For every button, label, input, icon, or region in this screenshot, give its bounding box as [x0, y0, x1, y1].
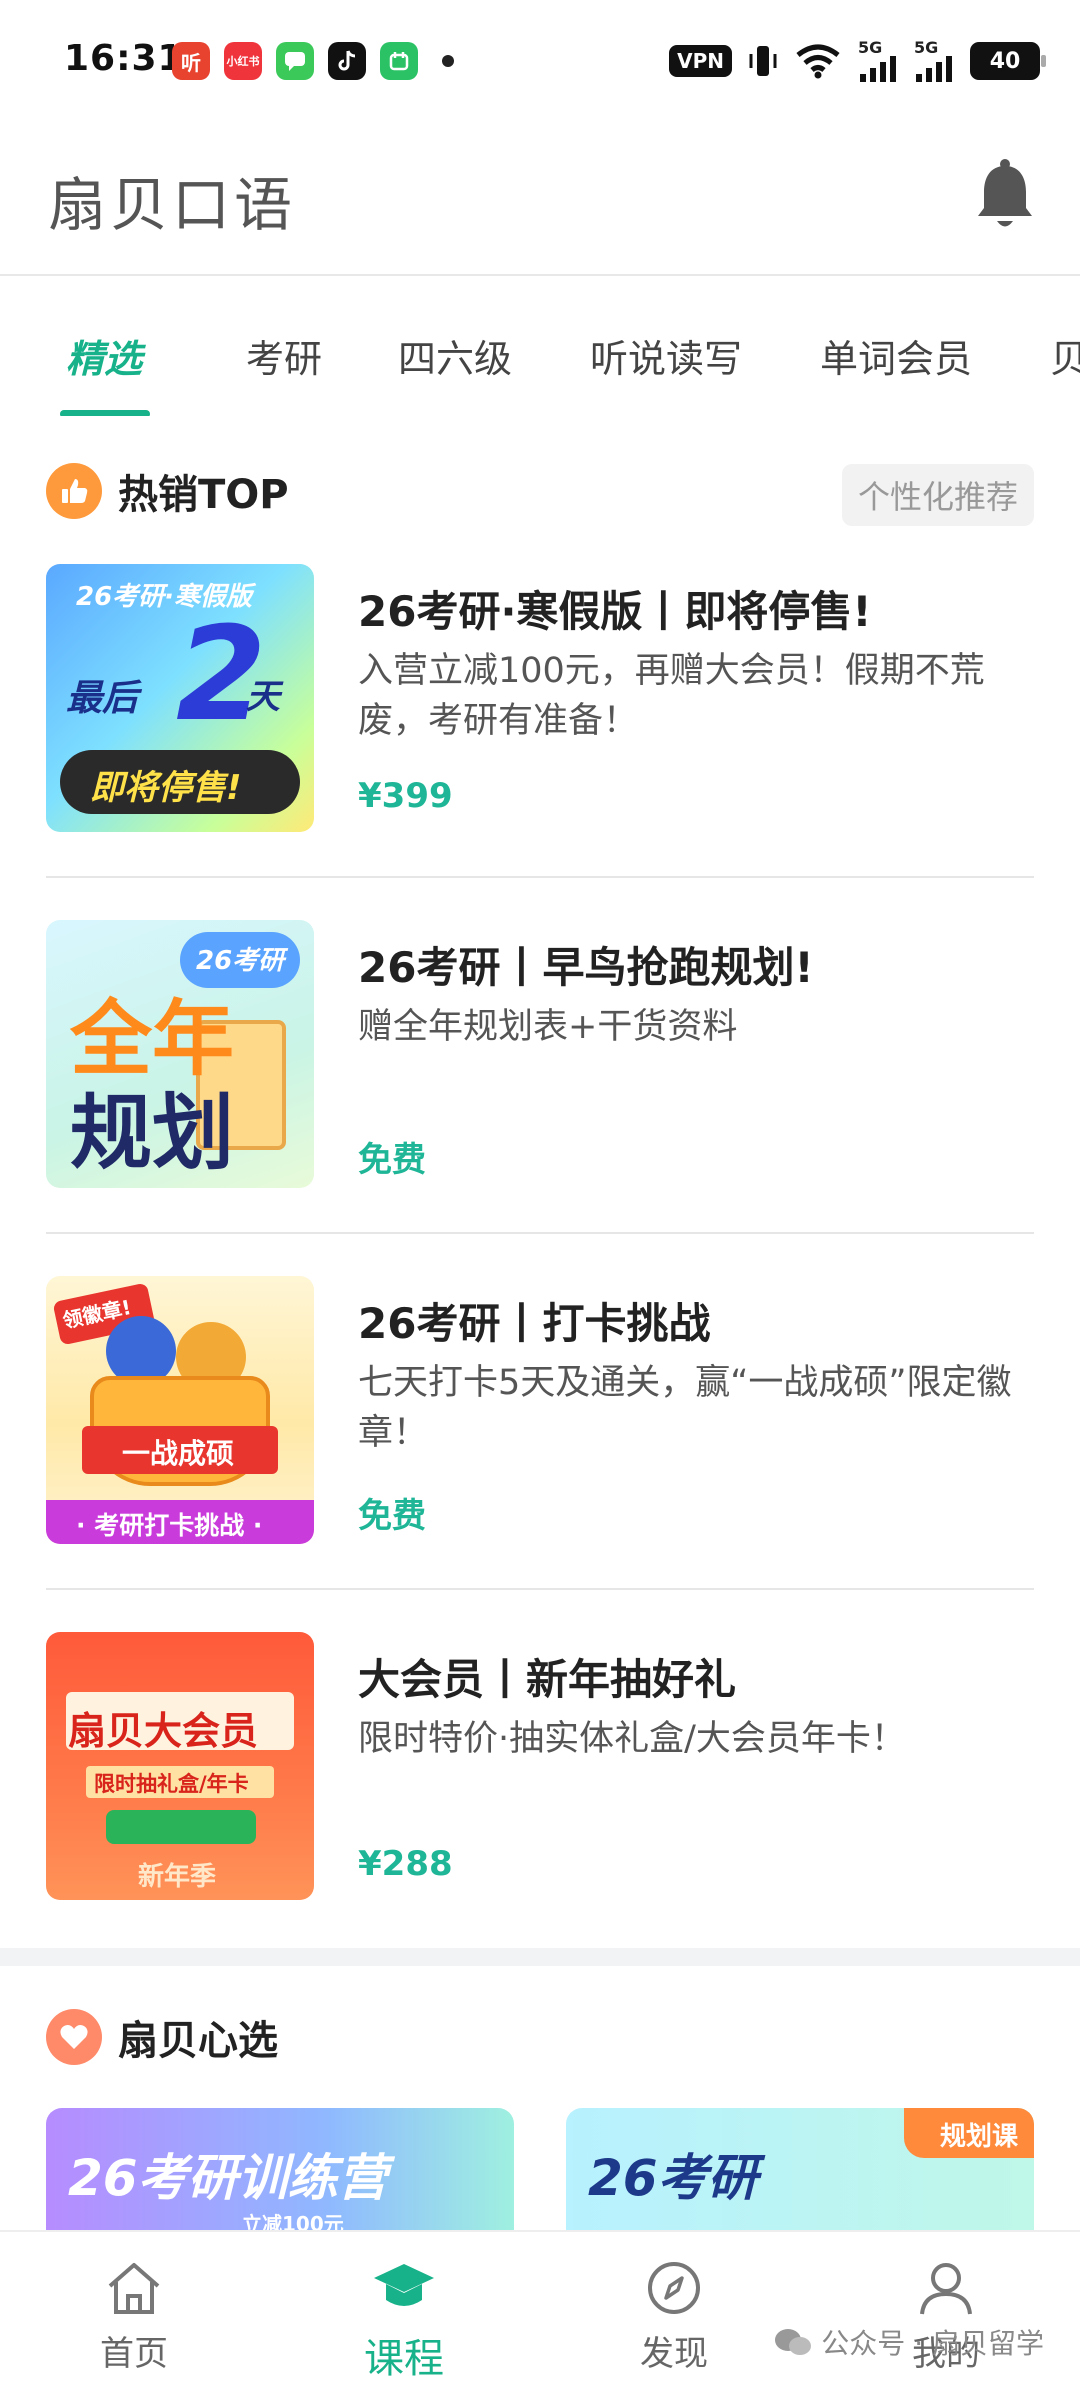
- course-price: 免费: [358, 1140, 426, 1180]
- notification-dot: [442, 55, 454, 67]
- tab-more[interactable]: 贝: [1050, 328, 1080, 383]
- status-bar: 16:31 听 小红书 VPN 5G 5G 40: [0, 0, 1080, 120]
- banner-kaoyan-plan[interactable]: 26考研 规划课: [566, 2108, 1034, 2238]
- signal-5g-2: 5G: [914, 40, 954, 82]
- app-title: 扇贝口语: [48, 171, 297, 239]
- course-desc: 入营立减100元，再赠大会员！假期不荒废，考研有准备！: [358, 651, 985, 741]
- wechat-icon: [775, 2329, 812, 2355]
- status-time: 16:31: [64, 38, 184, 79]
- watermark: 公众号 · 扇贝留学: [773, 2322, 1044, 2362]
- course-price: ¥399: [358, 776, 453, 816]
- divider: [46, 1232, 1034, 1234]
- picks-section-header: 扇贝心选: [46, 2008, 278, 2066]
- signal-5g-1: 5G: [858, 40, 898, 82]
- app-header: 扇贝口语: [0, 120, 1080, 276]
- course-item[interactable]: 26考研 全年 规划 26考研丨早鸟抢跑规划! 赠全年规划表+干货资料 免费: [46, 920, 1034, 1276]
- tab-jingxuan[interactable]: 精选: [66, 328, 142, 383]
- status-indicators: VPN 5G 5G 40: [669, 40, 1046, 82]
- course-title: 26考研·寒假版丨即将停售!: [358, 587, 872, 636]
- course-title: 26考研丨早鸟抢跑规划!: [358, 943, 814, 992]
- course-thumbnail: 26考研·寒假版 最后 2 天 即将停售!: [46, 564, 314, 832]
- nav-courses[interactable]: 课程: [304, 2232, 504, 2400]
- ting-app-icon: 听: [172, 42, 210, 80]
- course-price: ¥288: [358, 1844, 453, 1884]
- course-price: 免费: [358, 1496, 426, 1536]
- status-app-icons: 听 小红书: [172, 42, 454, 80]
- tab-listening-speaking[interactable]: 听说读写: [590, 328, 742, 383]
- hot-section-header: 热销TOP: [46, 462, 289, 520]
- course-title: 26考研丨打卡挑战: [358, 1299, 711, 1348]
- tab-cet[interactable]: 四六级: [398, 328, 512, 383]
- course-thumbnail: 领徽章! 一战成硕 · 考研打卡挑战 ·: [46, 1276, 314, 1544]
- hot-section-title: 热销TOP: [118, 472, 289, 518]
- compass-icon: [648, 2262, 700, 2314]
- vpn-badge: VPN: [669, 45, 732, 77]
- user-icon: [920, 2263, 972, 2315]
- gift-box: [106, 1810, 256, 1844]
- green-app-icon: [380, 42, 418, 80]
- section-separator: [0, 1948, 1080, 1966]
- message-app-icon: [276, 42, 314, 80]
- bottom-nav: 首页 课程 发现 我的: [0, 2230, 1080, 2400]
- tiktok-app-icon: [328, 42, 366, 80]
- course-item[interactable]: 26考研·寒假版 最后 2 天 即将停售! 26考研·寒假版丨即将停售! 入营立…: [46, 564, 1034, 920]
- course-desc: 赠全年规划表+干货资料: [358, 1007, 738, 1047]
- nav-mine[interactable]: 我的: [846, 2232, 1046, 2400]
- xiaohongshu-app-icon: 小红书: [224, 42, 262, 80]
- category-tabs: 精选 考研 四六级 听说读写 单词会员 贝: [0, 276, 1080, 416]
- thumbs-up-icon: [46, 463, 102, 519]
- nav-home[interactable]: 首页: [34, 2232, 234, 2400]
- course-desc: 七天打卡5天及通关，赢“一战成硕”限定徽章！: [358, 1363, 1012, 1453]
- graduation-cap-icon: [374, 2264, 434, 2306]
- course-item[interactable]: 领徽章! 一战成硕 · 考研打卡挑战 · 26考研丨打卡挑战 七天打卡5天及通关…: [46, 1276, 1034, 1632]
- tab-vocab-member[interactable]: 单词会员: [820, 328, 972, 383]
- course-item[interactable]: 扇贝大会员 限时抽礼盒/年卡 新年季 大会员丨新年抽好礼 限时特价·抽实体礼盒/…: [46, 1632, 1034, 1988]
- battery-indicator: 40: [970, 42, 1046, 80]
- banner-kaoyan-camp[interactable]: 26考研训练营 立减100元: [46, 2108, 514, 2238]
- personalized-recommend-tag[interactable]: 个性化推荐: [842, 464, 1034, 526]
- divider: [46, 876, 1034, 878]
- heart-icon: [46, 2009, 102, 2065]
- tab-active-indicator: [60, 410, 150, 416]
- vibrate-icon: [749, 46, 777, 76]
- wifi-icon: [796, 44, 840, 79]
- picks-section-title: 扇贝心选: [118, 2018, 278, 2064]
- course-title: 大会员丨新年抽好礼: [358, 1655, 737, 1704]
- course-desc: 限时特价·抽实体礼盒/大会员年卡！: [358, 1719, 906, 1759]
- course-thumbnail: 26考研 全年 规划: [46, 920, 314, 1188]
- bell-icon[interactable]: [970, 158, 1040, 234]
- course-thumbnail: 扇贝大会员 限时抽礼盒/年卡 新年季: [46, 1632, 314, 1900]
- home-icon: [108, 2263, 160, 2314]
- nav-discover[interactable]: 发现: [574, 2232, 774, 2400]
- tab-kaoyan[interactable]: 考研: [246, 328, 322, 383]
- divider: [46, 1588, 1034, 1590]
